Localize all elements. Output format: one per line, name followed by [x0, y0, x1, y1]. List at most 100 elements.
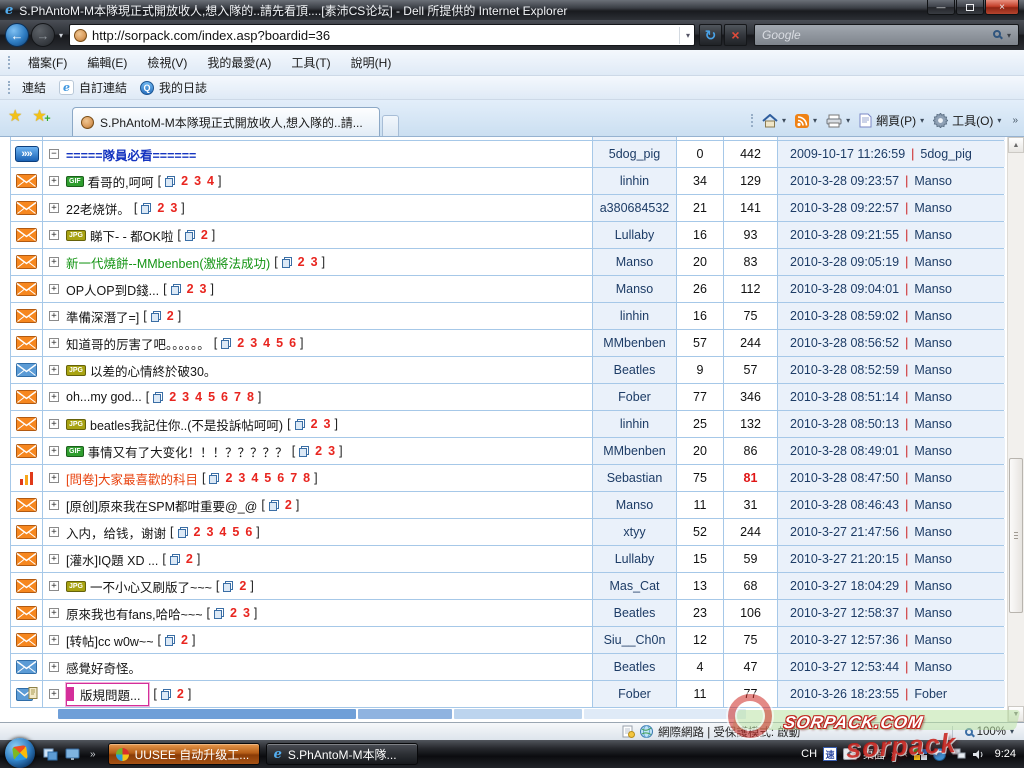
feeds-button[interactable]: ▾: [793, 112, 819, 130]
last-poster-link[interactable]: Manso: [914, 390, 952, 404]
show-desktop-icon[interactable]: [65, 748, 80, 761]
address-dropdown[interactable]: ▾: [679, 27, 690, 44]
topic-title-link[interactable]: 一不小心又刷版了~~~: [90, 577, 212, 596]
zoom-control[interactable]: 100% ▾: [944, 726, 1024, 738]
menu-edit[interactable]: 編輯(E): [77, 51, 137, 74]
topic-title-link[interactable]: [灌水]IQ題 XD ...: [66, 550, 158, 569]
page-number-link[interactable]: 5: [264, 471, 271, 485]
page-number-link[interactable]: 4: [251, 471, 258, 485]
expand-toggle[interactable]: +: [49, 689, 59, 699]
chevron-down-icon[interactable]: ▾: [1010, 727, 1014, 736]
print-button[interactable]: ▾: [824, 112, 852, 130]
minimize-button[interactable]: —: [927, 0, 955, 15]
page-number-link[interactable]: 6: [289, 336, 296, 350]
overflow-chevron[interactable]: »: [1008, 115, 1022, 126]
topic-title-link[interactable]: OP人OP到D錢...: [66, 280, 159, 299]
menu-help[interactable]: 說明(H): [341, 51, 402, 74]
page-number-link[interactable]: 3: [194, 174, 201, 188]
page-number-link[interactable]: 3: [206, 525, 213, 539]
link-my-blog[interactable]: Q 我的日誌: [131, 77, 211, 98]
expand-toggle[interactable]: +: [49, 230, 59, 240]
topic-author-link[interactable]: linhin: [593, 411, 677, 437]
last-poster-link[interactable]: Manso: [914, 336, 952, 350]
search-icon[interactable]: [993, 30, 1001, 38]
close-button[interactable]: ×: [985, 0, 1019, 15]
tray-app-icon[interactable]: [933, 748, 946, 761]
topic-author-link[interactable]: Manso: [593, 276, 677, 302]
desktop-toolbar-chevron[interactable]: »: [891, 749, 897, 760]
topic-title-link[interactable]: 知道哥的厉害了吧。。。。。。: [66, 334, 210, 353]
topic-title-link[interactable]: 原來我也有fans,哈哈~~~: [66, 604, 203, 623]
stop-button[interactable]: ×: [731, 27, 739, 43]
page-number-link[interactable]: 5: [232, 525, 239, 539]
link-custom-links[interactable]: e 自訂連結: [50, 77, 131, 98]
page-number-link[interactable]: 2: [239, 579, 246, 593]
page-number-link[interactable]: 2: [167, 309, 174, 323]
maximize-button[interactable]: [956, 0, 984, 15]
topic-author-link[interactable]: Beatles: [593, 600, 677, 626]
page-number-link[interactable]: 3: [311, 255, 318, 269]
home-button[interactable]: ▾: [760, 112, 788, 130]
last-poster-link[interactable]: Manso: [914, 174, 952, 188]
expand-toggle[interactable]: +: [49, 527, 59, 537]
topic-author-link[interactable]: MMbenben: [593, 438, 677, 464]
last-poster-link[interactable]: Manso: [914, 363, 952, 377]
last-poster-link[interactable]: Manso: [914, 579, 952, 593]
page-number-link[interactable]: 3: [324, 417, 331, 431]
last-poster-link[interactable]: Manso: [914, 309, 952, 323]
last-poster-link[interactable]: Manso: [914, 660, 952, 674]
page-number-link[interactable]: 8: [303, 471, 310, 485]
chevron-down-icon[interactable]: ▾: [782, 116, 786, 125]
expand-toggle[interactable]: +: [49, 554, 59, 564]
topic-title-link[interactable]: 看哥的,呵呵: [88, 172, 154, 191]
tray-expand-arrow[interactable]: ‹: [905, 749, 908, 759]
page-number-link[interactable]: 2: [169, 390, 176, 404]
last-poster-link[interactable]: Manso: [914, 444, 952, 458]
topic-author-link[interactable]: 5dog_pig: [593, 141, 677, 167]
taskbar-button-uusee[interactable]: UUSEE 自动升级工...: [108, 743, 260, 765]
page-number-link[interactable]: 6: [245, 525, 252, 539]
refresh-button[interactable]: ↻: [705, 27, 717, 44]
favorites-button[interactable]: ★: [8, 109, 22, 125]
browser-tab[interactable]: S.PhAntoM-M本隊現正式開放收人,想入隊的..請...: [72, 107, 380, 136]
ime-speed-icon[interactable]: 速: [823, 747, 837, 761]
last-poster-link[interactable]: Manso: [914, 471, 952, 485]
topic-title-link[interactable]: [問卷]大家最喜歡的科目: [66, 469, 198, 488]
page-number-link[interactable]: 2: [181, 633, 188, 647]
last-poster-link[interactable]: Manso: [914, 498, 952, 512]
page-number-link[interactable]: 2: [157, 201, 164, 215]
start-button[interactable]: [5, 738, 35, 768]
page-number-link[interactable]: 3: [243, 606, 250, 620]
last-poster-link[interactable]: Manso: [914, 552, 952, 566]
page-number-link[interactable]: 4: [207, 174, 214, 188]
taskbar-clock[interactable]: 9:24: [995, 748, 1016, 760]
language-indicator[interactable]: CH: [801, 748, 817, 760]
vertical-scrollbar[interactable]: ▲ ▼: [1007, 137, 1024, 722]
expand-toggle[interactable]: +: [49, 500, 59, 510]
search-box[interactable]: ▾: [754, 24, 1019, 46]
topic-author-link[interactable]: Siu__Ch0n: [593, 627, 677, 653]
topic-author-link[interactable]: Manso: [593, 492, 677, 518]
page-number-link[interactable]: 4: [263, 336, 270, 350]
page-number-link[interactable]: 3: [250, 336, 257, 350]
last-poster-link[interactable]: Manso: [914, 606, 952, 620]
ime-pen-icon[interactable]: [843, 748, 857, 760]
expand-toggle[interactable]: +: [49, 338, 59, 348]
page-number-link[interactable]: 2: [237, 336, 244, 350]
tools-menu-button[interactable]: 工具(O) ▾: [931, 110, 1003, 131]
last-poster-link[interactable]: Manso: [914, 255, 952, 269]
address-bar[interactable]: ▾: [69, 24, 695, 46]
topic-author-link[interactable]: Fober: [593, 681, 677, 707]
page-number-link[interactable]: 3: [170, 201, 177, 215]
expand-toggle[interactable]: +: [49, 176, 59, 186]
page-number-link[interactable]: 2: [181, 174, 188, 188]
topic-title-link[interactable]: [原创]原來我在SPM都咁重要@_@: [66, 496, 257, 515]
topic-author-link[interactable]: linhin: [593, 303, 677, 329]
page-number-link[interactable]: 7: [234, 390, 241, 404]
page-number-link[interactable]: 6: [277, 471, 284, 485]
search-input[interactable]: [762, 28, 989, 42]
taskbar-button-ie[interactable]: e S.PhAntoM-M本隊...: [266, 743, 418, 765]
topic-author-link[interactable]: Fober: [593, 384, 677, 410]
topic-title-link[interactable]: 入内，给钱，谢谢: [66, 523, 166, 542]
topic-title-link[interactable]: 睇下- - 都OK啦: [90, 226, 173, 245]
